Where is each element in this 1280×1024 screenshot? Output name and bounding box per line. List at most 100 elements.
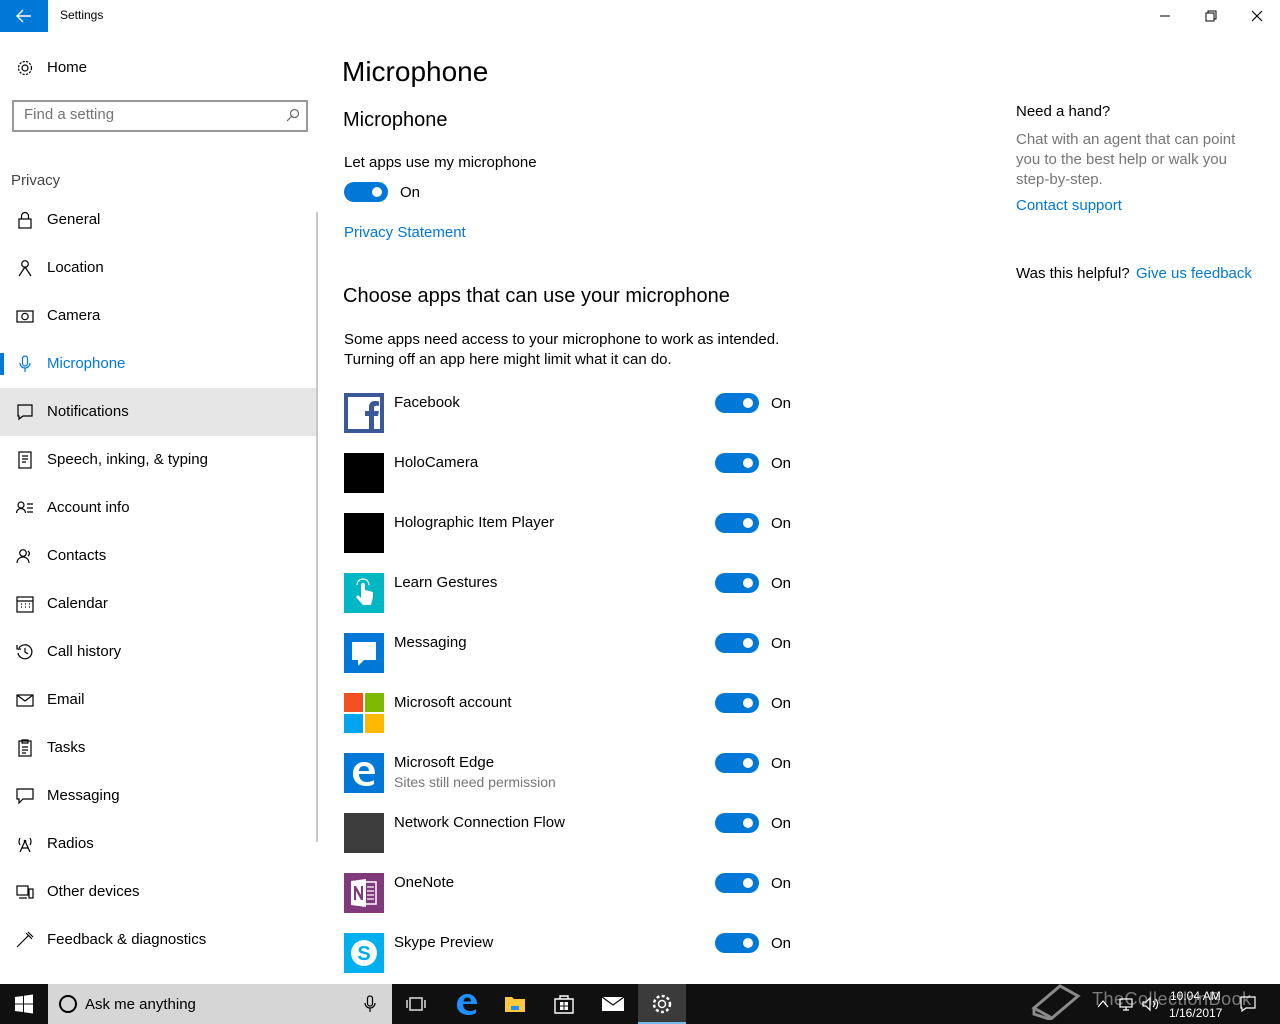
app-toggle-facebook[interactable] (715, 393, 759, 413)
app-toggle-skype-preview[interactable] (715, 933, 759, 953)
app-toggle-microsoft-edge[interactable] (715, 753, 759, 773)
minimize-icon (1160, 15, 1170, 17)
taskbar-search-placeholder: Ask me anything (85, 996, 196, 1013)
app-toggle-holographic-item-player[interactable] (715, 513, 759, 533)
settings-taskbar-button[interactable] (638, 984, 686, 1024)
title-bar: Settings (0, 0, 1280, 32)
file-explorer-button[interactable] (491, 984, 539, 1024)
app-toggle-learn-gestures[interactable] (715, 573, 759, 593)
toggle-state-label: On (771, 935, 792, 952)
sidebar-item-email[interactable]: Email (0, 676, 318, 724)
privacy-statement-link[interactable]: Privacy Statement (344, 224, 466, 241)
account-info-icon (16, 501, 33, 514)
minimize-button[interactable] (1142, 0, 1188, 32)
home-nav[interactable]: Home (0, 44, 318, 92)
help-title: Need a hand? (1016, 103, 1111, 120)
sidebar-item-label: Speech, inking, & typing (47, 451, 208, 468)
start-button[interactable] (0, 984, 48, 1024)
sidebar-item-label: Account info (47, 499, 130, 516)
app-name: Skype Preview (394, 934, 494, 951)
location-icon (18, 260, 32, 277)
master-microphone-toggle[interactable] (344, 182, 388, 202)
toggle-state-label: On (400, 184, 421, 201)
close-icon (1251, 10, 1263, 22)
clock-date[interactable]: 1/16/2017 (1169, 1006, 1222, 1020)
taskbar-search-box[interactable]: Ask me anything (48, 984, 392, 1024)
notifications-icon (17, 404, 33, 421)
devices-icon (16, 885, 34, 899)
back-button[interactable] (0, 0, 48, 32)
sidebar-item-label: Radios (47, 835, 94, 852)
app-toggle-microsoft-account[interactable] (715, 693, 759, 713)
sidebar-item-call-history[interactable]: Call history (0, 628, 318, 676)
task-view-button[interactable] (392, 984, 440, 1024)
page-title: Microphone (342, 56, 489, 87)
network-icon[interactable] (1118, 996, 1134, 1012)
learn-gestures-icon (344, 573, 384, 613)
gear-icon (17, 60, 33, 76)
edge-icon (457, 994, 477, 1015)
toggle-state-label: On (771, 875, 792, 892)
network-connection-flow-icon (344, 813, 384, 853)
restore-button[interactable] (1188, 0, 1234, 32)
sidebar-item-account-info[interactable]: Account info (0, 484, 318, 532)
contact-support-link[interactable]: Contact support (1016, 197, 1122, 214)
search-box[interactable] (12, 100, 308, 132)
sidebar-item-location[interactable]: Location (0, 244, 318, 292)
give-feedback-link[interactable]: Give us feedback (1136, 265, 1252, 282)
chevron-up-icon[interactable] (1097, 999, 1109, 1009)
close-button[interactable] (1234, 0, 1280, 32)
messaging-app-icon (344, 633, 384, 673)
microphone-icon[interactable] (364, 995, 376, 1013)
app-toggle-messaging[interactable] (715, 633, 759, 653)
radios-icon (18, 837, 32, 853)
app-toggle-network-connection-flow[interactable] (715, 813, 759, 833)
window-title: Settings (60, 8, 104, 22)
messaging-icon (16, 788, 34, 805)
sidebar-item-general[interactable]: General (0, 196, 318, 244)
volume-icon[interactable] (1142, 996, 1160, 1012)
sidebar-item-messaging[interactable]: Messaging (0, 772, 318, 820)
sidebar-item-calendar[interactable]: Calendar (0, 580, 318, 628)
sidebar-item-other-devices[interactable]: Other devices (0, 868, 318, 916)
sidebar-item-label: Calendar (47, 595, 108, 612)
home-label: Home (47, 59, 88, 76)
search-input[interactable] (24, 106, 274, 123)
feedback-icon (16, 931, 34, 948)
sidebar-item-camera[interactable]: Camera (0, 292, 318, 340)
sidebar-item-tasks[interactable]: Tasks (0, 724, 318, 772)
camera-icon (16, 310, 34, 323)
sidebar-item-radios[interactable]: Radios (0, 820, 318, 868)
sidebar-item-label: Notifications (47, 403, 129, 420)
toggle-state-label: On (771, 695, 792, 712)
sidebar-item-label: Other devices (47, 883, 140, 900)
microsoft-account-icon (344, 693, 384, 733)
search-icon (286, 108, 300, 122)
let-apps-label: Let apps use my microphone (344, 154, 537, 171)
app-name: Microsoft account (394, 694, 512, 711)
sidebar-item-speech[interactable]: Speech, inking, & typing (0, 436, 318, 484)
sidebar-item-label: Feedback & diagnostics (47, 931, 207, 948)
sidebar-item-label: Messaging (47, 787, 120, 804)
sidebar-item-contacts[interactable]: Contacts (0, 532, 318, 580)
email-icon (16, 694, 34, 707)
action-center-icon[interactable] (1240, 996, 1256, 1012)
sidebar-item-notifications[interactable]: Notifications (0, 388, 318, 436)
sidebar-scrollbar[interactable] (316, 212, 318, 842)
app-name: Facebook (394, 394, 460, 411)
mail-button[interactable] (589, 984, 637, 1024)
sidebar-item-label: Tasks (47, 739, 86, 756)
sidebar-item-feedback[interactable]: Feedback & diagnostics (0, 916, 318, 964)
app-toggle-onenote[interactable] (715, 873, 759, 893)
svg-text:S: S (357, 943, 370, 965)
history-icon (16, 644, 33, 660)
taskbar: Ask me anything TheCollectionBook 10:04 … (0, 984, 1280, 1024)
help-text-line-3: step-by-step. (1016, 171, 1103, 188)
clock-time[interactable]: 10:04 AM (1170, 989, 1221, 1003)
onenote-icon (344, 873, 384, 913)
sidebar-item-microphone[interactable]: Microphone (0, 340, 318, 388)
edge-taskbar-button[interactable] (443, 984, 491, 1024)
app-toggle-holocamera[interactable] (715, 453, 759, 473)
store-button[interactable] (540, 984, 588, 1024)
gear-icon (652, 994, 672, 1014)
